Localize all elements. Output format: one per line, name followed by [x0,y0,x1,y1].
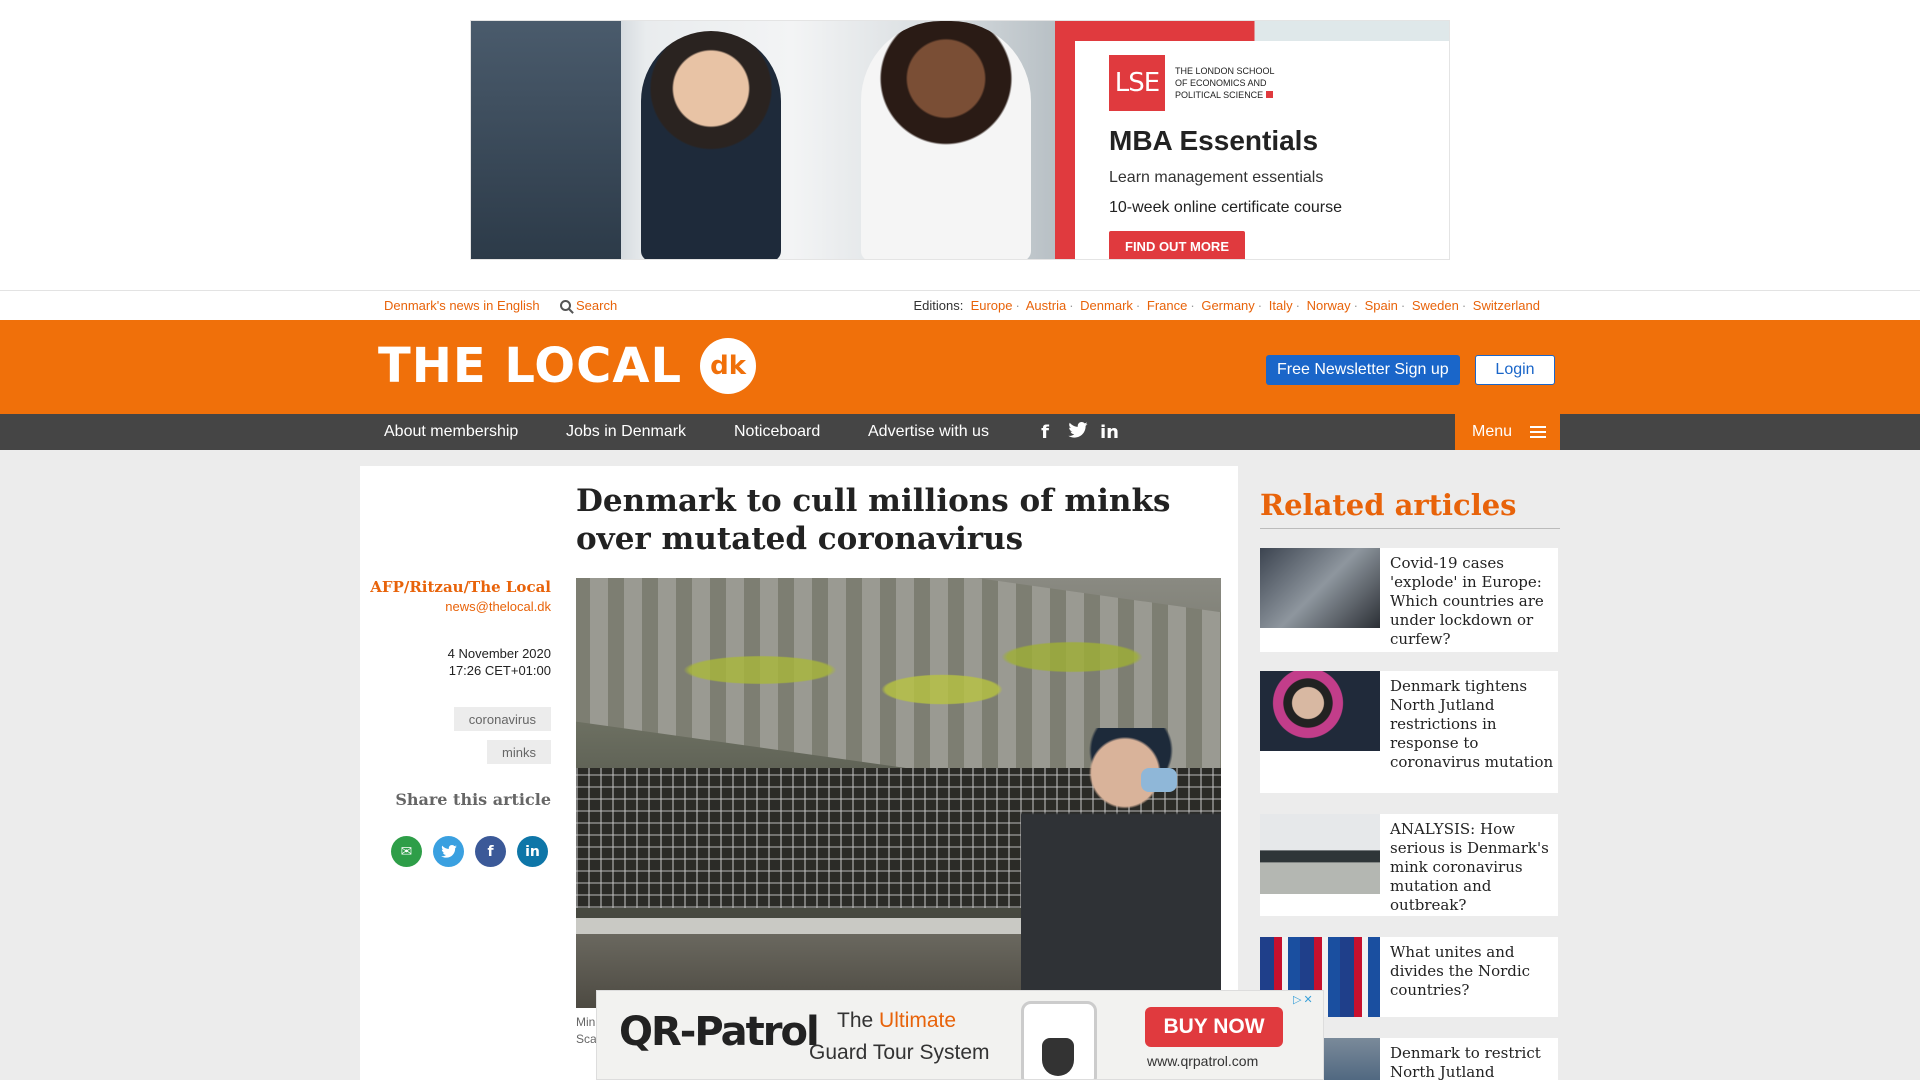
lse-name: THE LONDON SCHOOL OF ECONOMICS AND POLIT… [1175,66,1275,100]
newsletter-signup-button[interactable]: Free Newsletter Sign up [1266,355,1460,385]
adchoices-icon[interactable]: ▷ ✕ [1293,993,1319,1007]
lse-logo: LSE THE LONDON SCHOOL OF ECONOMICS AND P… [1109,55,1433,111]
article-headline: Denmark to cull millions of minks over m… [576,483,1171,557]
nav-jobs-in-denmark[interactable]: Jobs in Denmark [566,423,686,441]
ad-line-1: Learn management essentials [1109,169,1324,186]
editions-label: Editions: [913,298,964,313]
share-title: Share this article [395,790,551,809]
related-article-title: ANALYSIS: How serious is Denmark's mink … [1390,820,1549,914]
site-tagline[interactable]: Denmark's news in English [384,298,540,313]
tag-coronavirus[interactable]: coronavirus [453,707,551,731]
edition-italy[interactable]: Italy [1269,298,1293,313]
edition-norway[interactable]: Norway [1307,298,1351,313]
menu-label: Menu [1472,423,1513,440]
related-thumbnail [1260,814,1380,894]
search-link[interactable]: Search [560,298,617,313]
edition-spain[interactable]: Spain [1365,298,1398,313]
author-email[interactable]: news@thelocal.dk [370,599,551,614]
twitter-share-icon[interactable] [433,836,464,867]
related-article[interactable]: ANALYSIS: How serious is Denmark's mink … [1260,814,1558,916]
editions-list: Editions: Europe · Austria · Denmark · Fran… [913,298,1540,313]
hero-image [576,578,1221,1008]
email-share-icon[interactable]: ✉ [391,836,422,867]
nav-about-membership[interactable]: About membership [384,423,518,441]
related-articles-title: Related articles [1260,488,1517,522]
menu-button[interactable]: Menu [1455,414,1560,450]
masthead: THE LOCAL dk Free Newsletter Sign up Log… [0,320,1920,414]
utility-bar: Denmark's news in English Search Edition… [0,290,1920,320]
linkedin-share-icon[interactable]: in [517,836,548,867]
search-icon [560,300,571,311]
share-icons: ✉ f in [391,836,548,867]
article-author[interactable]: AFP/Ritzau/The Local [370,578,551,596]
ad-headline: MBA Essentials [1109,125,1319,156]
lse-mark: LSE [1109,55,1165,111]
related-article-title: Denmark tightens North Jutland restricti… [1390,677,1554,771]
ad-url: www.qrpatrol.com [1147,1053,1259,1069]
related-thumbnail [1260,548,1380,628]
twitter-icon[interactable] [1068,422,1088,443]
ad-photo [471,21,1055,259]
facebook-icon[interactable]: f [1036,422,1054,443]
logo-text: THE LOCAL [378,338,683,394]
logo-badge: dk [700,338,757,394]
article-dates: 4 November 2020 17:26 CET+01:00 [448,645,551,679]
ad-red-bar [1055,21,1075,259]
edition-europe[interactable]: Europe [971,298,1013,313]
ad-tagline-1: The Ultimate [837,1009,957,1032]
edition-germany[interactable]: Germany [1201,298,1254,313]
related-article[interactable]: Denmark tightens North Jutland restricti… [1260,671,1558,793]
related-thumbnail [1260,671,1380,751]
bottom-advertisement[interactable]: QR-Patrol The Ultimate Guard Tour System… [596,990,1324,1080]
edition-sweden[interactable]: Sweden [1412,298,1459,313]
related-article[interactable]: Covid-19 cases 'explode' in Europe: Whic… [1260,548,1558,652]
buy-now-button[interactable]: BUY NOW [1145,1007,1283,1047]
ad-copy: LSE THE LONDON SCHOOL OF ECONOMICS AND P… [1075,21,1449,259]
find-out-more-button[interactable]: FIND OUT MORE [1109,231,1245,259]
social-links: f in [1036,422,1119,443]
hamburger-icon [1530,426,1547,438]
qr-patrol-logo: QR-Patrol [619,1009,820,1055]
edition-switzerland[interactable]: Switzerland [1473,298,1540,313]
edition-denmark[interactable]: Denmark [1080,298,1133,313]
related-article-title: What unites and divides the Nordic count… [1390,943,1531,999]
phone-icon [1021,1001,1097,1079]
top-advertisement[interactable]: LSE THE LONDON SCHOOL OF ECONOMICS AND P… [470,20,1450,260]
ad-line-2: 10-week online certificate course [1109,199,1343,216]
facebook-share-icon[interactable]: f [475,836,506,867]
nav-advertise[interactable]: Advertise with us [868,423,989,441]
linkedin-icon[interactable]: in [1100,422,1119,443]
related-article-title: Denmark to restrict North Jutland [1390,1044,1541,1080]
edition-austria[interactable]: Austria [1026,298,1066,313]
search-label: Search [576,298,618,313]
login-button[interactable]: Login [1475,355,1555,385]
main-nav: About membership Jobs in Denmark Noticeb… [0,414,1920,450]
edition-france[interactable]: France [1147,298,1187,313]
ad-tagline-2: Guard Tour System [809,1041,990,1064]
byline: AFP/Ritzau/The Local news@thelocal.dk [370,578,551,614]
related-article-title: Covid-19 cases 'explode' in Europe: Whic… [1390,554,1544,648]
article-time: 17:26 CET+01:00 [448,663,551,678]
site-logo[interactable]: THE LOCAL dk [378,338,757,394]
nav-noticeboard[interactable]: Noticeboard [734,423,820,441]
tag-minks[interactable]: minks [487,740,551,764]
article-date: 4 November 2020 [447,646,551,661]
related-divider [1260,528,1560,529]
